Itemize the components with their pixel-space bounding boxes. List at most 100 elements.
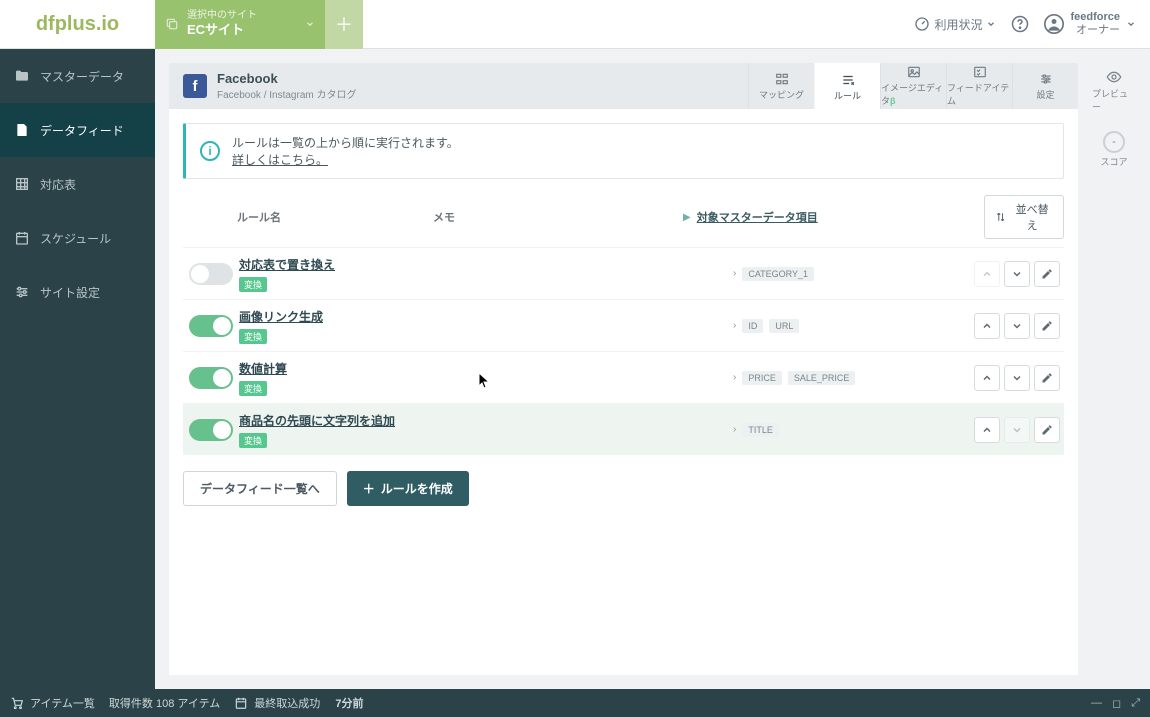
move-up-button[interactable]	[974, 417, 1000, 443]
chevron-right-icon[interactable]: ›	[733, 372, 736, 383]
sidebar-item-label: サイト設定	[40, 284, 100, 301]
edit-button[interactable]	[1034, 365, 1060, 391]
cart-icon	[10, 696, 24, 710]
tab-settings[interactable]: 設定	[1012, 63, 1078, 109]
feed-subtitle: Facebook / Instagram カタログ	[217, 86, 357, 101]
tab-feed-items[interactable]: フィードアイテム	[946, 63, 1012, 109]
sidebar-item-datafeed[interactable]: データフィード	[0, 103, 155, 157]
calendar-icon	[14, 230, 30, 246]
column-rule-name: ルール名	[183, 209, 433, 225]
sidebar-item-mapping[interactable]: 対応表	[0, 157, 155, 211]
sliders-icon	[14, 284, 30, 300]
tab-label: ルール	[834, 89, 861, 102]
feed-header: f Facebook Facebook / Instagram カタログ マッピ…	[169, 63, 1078, 109]
tab-label: マッピング	[759, 88, 804, 101]
banner-link[interactable]: 詳しくはこちら。	[232, 153, 328, 167]
rule-toggle[interactable]	[189, 419, 233, 441]
rule-name-link[interactable]: 数値計算	[239, 360, 483, 377]
column-target-label: 対象マスターデータ項目	[697, 209, 818, 225]
move-down-button[interactable]	[1004, 313, 1030, 339]
chevron-down-icon	[305, 19, 315, 29]
sidebar-item-masterdata[interactable]: マスターデータ	[0, 49, 155, 103]
mapping-icon	[774, 72, 790, 86]
edit-button[interactable]	[1034, 261, 1060, 287]
rule-type-tag: 変換	[239, 329, 267, 344]
status-count: 取得件数 108 アイテム	[109, 695, 220, 711]
info-banner: i ルールは一覧の上から順に実行されます。 詳しくはこちら。	[183, 123, 1064, 179]
column-target[interactable]: ▶ 対象マスターデータ項目	[683, 209, 984, 225]
rule-toggle[interactable]	[189, 367, 233, 389]
document-icon	[14, 122, 30, 138]
tab-mapping[interactable]: マッピング	[748, 63, 814, 109]
move-up-button	[974, 261, 1000, 287]
rule-type-tag: 変換	[239, 433, 267, 448]
rules-icon	[840, 73, 856, 87]
list-check-icon	[972, 65, 988, 79]
sidebar-item-label: スケジュール	[40, 230, 111, 247]
target-chip: CATEGORY_1	[742, 267, 814, 281]
back-to-feed-list-button[interactable]: データフィード一覧へ	[183, 471, 337, 506]
move-up-button[interactable]	[974, 365, 1000, 391]
site-selector[interactable]: 選択中のサイト ECサイト	[155, 0, 325, 49]
target-chip: SALE_PRICE	[788, 371, 856, 385]
preview-button[interactable]: プレビュー	[1092, 69, 1136, 113]
chevron-right-icon[interactable]: ›	[733, 320, 736, 331]
edit-button[interactable]	[1034, 417, 1060, 443]
beta-badge: β	[890, 96, 896, 106]
usage-link[interactable]: 利用状況	[914, 16, 996, 33]
chevron-right-icon[interactable]: ›	[733, 268, 736, 279]
rule-type-tag: 変換	[239, 277, 267, 292]
grid-icon	[14, 176, 30, 192]
sidebar-item-label: データフィード	[40, 122, 124, 139]
sort-button[interactable]: 並べ替え	[984, 195, 1064, 239]
tab-rules[interactable]: ルール	[814, 63, 880, 109]
tab-image-editor[interactable]: イメージエディタβ	[880, 63, 946, 109]
rule-toggle[interactable]	[189, 263, 233, 285]
rule-name-link[interactable]: 画像リンク生成	[239, 308, 483, 325]
account-role: オーナー	[1070, 24, 1120, 37]
facebook-icon: f	[183, 74, 207, 98]
window-icon[interactable]: ◻	[1112, 697, 1121, 710]
folder-icon	[14, 68, 30, 84]
minimize-icon[interactable]: —	[1091, 697, 1102, 710]
site-label: 選択中のサイト	[187, 9, 297, 22]
sidebar: マスターデータ データフィード 対応表 スケジュール サイト設定	[0, 49, 155, 689]
sidebar-item-schedule[interactable]: スケジュール	[0, 211, 155, 265]
column-memo: メモ	[433, 209, 683, 225]
chevron-right-icon: ▶	[683, 212, 691, 223]
sidebar-item-settings[interactable]: サイト設定	[0, 265, 155, 319]
account-menu[interactable]: feedforce オーナー	[1044, 11, 1136, 37]
rule-name-link[interactable]: 対応表で置き換え	[239, 256, 483, 273]
score-widget[interactable]: - スコア	[1100, 131, 1127, 168]
rule-toggle[interactable]	[189, 315, 233, 337]
rules-panel: i ルールは一覧の上から順に実行されます。 詳しくはこちら。 ルール名 メモ ▶…	[169, 109, 1078, 675]
user-icon	[1044, 14, 1064, 34]
sidebar-item-label: マスターデータ	[40, 68, 124, 85]
info-icon: i	[200, 141, 220, 161]
target-chip: PRICE	[742, 371, 782, 385]
plus-icon: ＋	[363, 480, 375, 497]
chevron-down-icon	[1126, 19, 1136, 29]
eye-icon	[1103, 69, 1125, 85]
move-up-button[interactable]	[974, 313, 1000, 339]
copy-icon	[165, 17, 179, 31]
target-chip: ID	[742, 319, 763, 333]
move-down-button[interactable]	[1004, 261, 1030, 287]
move-down-button[interactable]	[1004, 365, 1030, 391]
rule-name-link[interactable]: 商品名の先頭に文字列を追加	[239, 412, 483, 429]
create-rule-button[interactable]: ＋ ルールを作成	[347, 471, 469, 506]
sort-icon	[995, 211, 1006, 223]
logo[interactable]: dfplus.io	[0, 0, 155, 49]
add-site-button[interactable]: ＋	[325, 0, 363, 49]
status-items[interactable]: アイテム一覧	[10, 695, 95, 711]
rule-row: 画像リンク生成変換›IDURL	[183, 299, 1064, 351]
help-button[interactable]	[1010, 14, 1030, 34]
chevron-right-icon[interactable]: ›	[733, 424, 736, 435]
expand-icon[interactable]: ⤢	[1131, 697, 1140, 710]
rule-type-tag: 変換	[239, 381, 267, 396]
edit-button[interactable]	[1034, 313, 1060, 339]
gauge-icon	[914, 16, 930, 32]
calendar-icon	[234, 696, 248, 710]
chevron-down-icon	[986, 19, 996, 29]
image-icon	[906, 65, 922, 79]
